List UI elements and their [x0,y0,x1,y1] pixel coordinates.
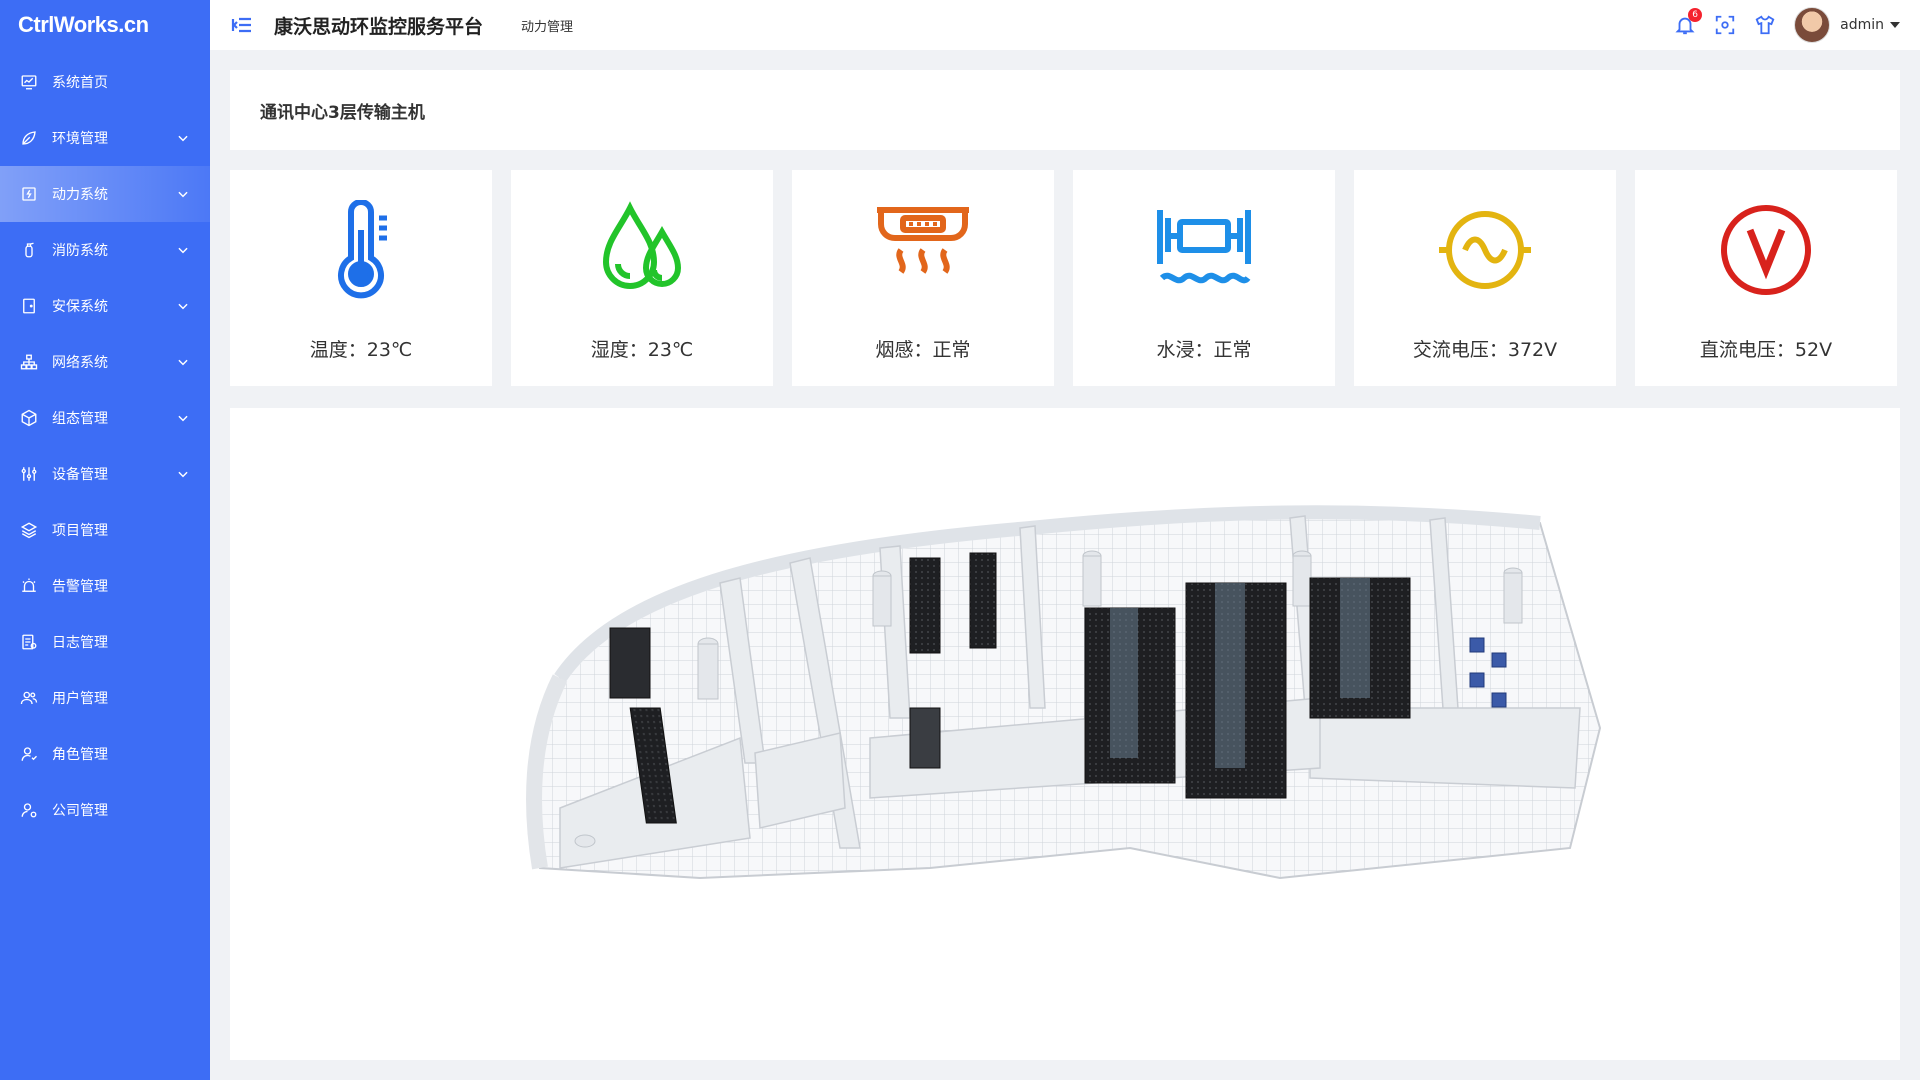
theme-button[interactable] [1754,14,1776,36]
company-user-icon [20,801,38,819]
sidebar-item-home[interactable]: 系统首页 [0,54,210,110]
breadcrumb[interactable]: 动力管理 [521,16,573,35]
power-box-icon [20,185,38,203]
sidebar-item-label: 系统首页 [52,75,108,91]
sensor-card-humidity[interactable]: 湿度：23℃ [511,170,773,386]
sensor-label: 交流电压：372V [1412,339,1558,361]
sidebar-item-company[interactable]: 公司管理 [0,782,210,838]
chevron-down-icon [178,191,188,198]
shirt-icon [1755,15,1775,35]
sidebar-item-environment[interactable]: 环境管理 [0,110,210,166]
logo: CtrlWorks.cn [18,12,149,37]
sidebar-item-logs[interactable]: 日志管理 [0,614,210,670]
sidebar-item-devices[interactable]: 设备管理 [0,446,210,502]
page-title: 通讯中心3层传输主机 [260,102,425,123]
network-icon [20,353,38,371]
sidebar-item-label: 动力系统 [52,187,108,203]
sensor-card-temperature[interactable]: 温度：23℃ [230,170,492,386]
chevron-down-icon [178,135,188,142]
role-icon [20,745,38,763]
sidebar-item-power[interactable]: 动力系统 [0,166,210,222]
monitor-chart-icon [20,73,38,91]
sidebar-item-label: 用户管理 [52,691,108,707]
sensor-card-ac-voltage[interactable]: 交流电压：372V [1354,170,1616,386]
sidebar-item-network[interactable]: 网络系统 [0,334,210,390]
humidity-drops-icon [602,201,682,289]
sensor-card-smoke[interactable]: 烟感：正常 [792,170,1054,386]
sidebar-item-label: 网络系统 [52,355,108,371]
sidebar-item-label: 环境管理 [52,131,108,147]
sidebar-item-label: 消防系统 [52,243,108,259]
users-icon [20,689,38,707]
sidebar-item-fire[interactable]: 消防系统 [0,222,210,278]
menu-fold-icon[interactable] [230,13,254,37]
sidebar-item-alarms[interactable]: 告警管理 [0,558,210,614]
top-header: 康沃思动环监控服务平台 动力管理 6 admin [210,0,1920,50]
device-title-card: 通讯中心3层传输主机 [230,70,1900,150]
leaf-icon [20,129,38,147]
sensor-label: 湿度：23℃ [590,339,694,361]
sidebar-item-label: 公司管理 [52,803,108,819]
dc-voltage-icon [1721,205,1811,295]
door-icon [20,297,38,315]
sensor-label: 烟感：正常 [875,339,971,361]
chevron-down-icon [178,359,188,366]
scan-focus-icon [1715,15,1735,35]
username[interactable]: admin [1840,17,1884,33]
chevron-down-icon [178,303,188,310]
sensor-card-dc-voltage[interactable]: 直流电压：52V [1635,170,1897,386]
smoke-detector-icon [877,207,969,274]
sidebar-item-projects[interactable]: 项目管理 [0,502,210,558]
avatar[interactable] [1794,7,1831,43]
chevron-down-icon [178,471,188,478]
sensor-label: 水浸：正常 [1156,339,1252,361]
chevron-down-icon [178,247,188,254]
sensor-card-water-leak[interactable]: 水浸：正常 [1073,170,1335,386]
sidebar: CtrlWorks.cn 系统首页 环境管理 动力系统 消防系统 安保系统 网络… [0,0,210,1080]
sidebar-item-label: 告警管理 [52,579,108,595]
sensor-label: 温度：23℃ [309,339,413,361]
thermometer-icon [338,200,387,299]
alarm-icon [20,577,38,595]
sidebar-item-label: 安保系统 [52,299,108,315]
layers-icon [20,521,38,539]
notification-button[interactable]: 6 [1674,8,1703,36]
log-icon [20,633,38,651]
sidebar-item-label: 项目管理 [52,523,108,539]
floor-plan-3d-view[interactable] [230,408,1900,1060]
sidebar-item-label: 组态管理 [52,411,108,427]
sidebar-item-users[interactable]: 用户管理 [0,670,210,726]
water-leak-icon [1157,210,1251,284]
sidebar-item-security[interactable]: 安保系统 [0,278,210,334]
sidebar-item-label: 日志管理 [52,635,108,651]
chevron-down-icon [178,415,188,422]
sidebar-menu: 系统首页 环境管理 动力系统 消防系统 安保系统 网络系统 组态管理 设备管理 … [0,54,210,838]
fullscreen-button[interactable] [1714,14,1736,36]
app-title: 康沃思动环监控服务平台 [274,15,484,38]
floor-plan-card [230,408,1900,1060]
sidebar-item-configuration[interactable]: 组态管理 [0,390,210,446]
caret-down-icon[interactable] [1890,22,1900,28]
sidebar-item-label: 角色管理 [52,747,108,763]
notification-badge: 6 [1688,8,1703,22]
fire-extinguisher-icon [20,241,38,259]
sensor-label: 直流电压：52V [1699,339,1833,361]
sidebar-item-label: 设备管理 [52,467,108,483]
ac-voltage-icon [1439,211,1531,289]
cube-icon [20,409,38,427]
sliders-icon [20,465,38,483]
sidebar-item-roles[interactable]: 角色管理 [0,726,210,782]
header-actions: 6 admin [1656,0,1900,50]
